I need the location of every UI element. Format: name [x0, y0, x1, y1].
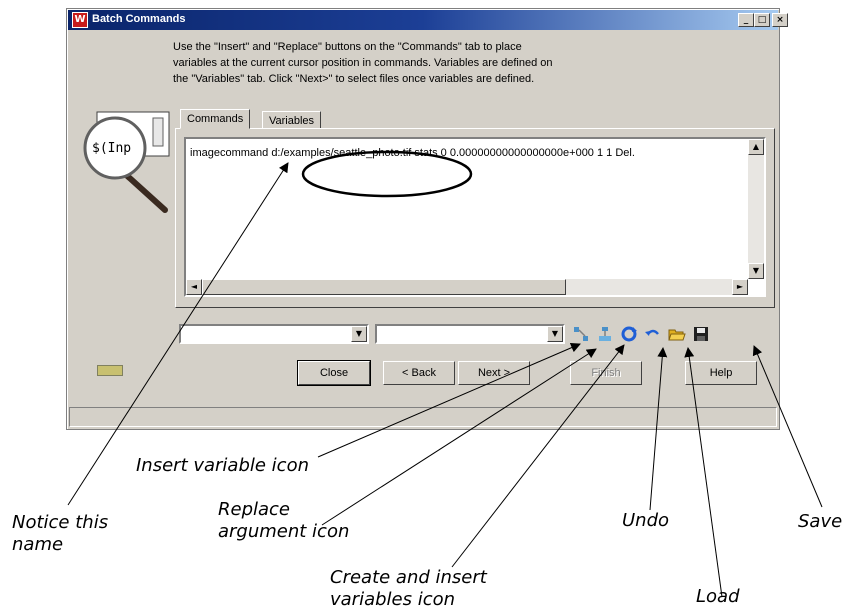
callout-undo: Undo: [622, 510, 670, 531]
arrow-notice-name: [67, 162, 289, 506]
annotation-overlay: [67, 150, 823, 598]
arrow-load: [684, 347, 723, 598]
arrow-replace-argument: [321, 348, 597, 526]
arrow-insert-variable: [317, 342, 581, 458]
callout-save: Save: [798, 511, 843, 532]
callout-replace-line-1: Replace: [218, 499, 291, 520]
highlight-ellipse: [301, 150, 473, 198]
callout-create-line-1: Create and insert: [330, 567, 487, 588]
callout-replace-line-2: argument icon: [218, 521, 350, 542]
callout-notice-line-2: name: [12, 534, 64, 555]
callout-notice-line-1: Notice this: [12, 512, 109, 533]
callout-replace-argument: Replace argument icon: [218, 499, 349, 543]
callout-create-line-2: variables icon: [330, 589, 456, 610]
callout-load: Load: [696, 586, 740, 607]
callout-notice-name: Notice this name: [12, 512, 108, 556]
tab-commands[interactable]: Commands: [180, 109, 251, 129]
arrow-create-insert: [451, 344, 625, 568]
callout-create-insert: Create and insert variables icon: [330, 567, 487, 611]
arrow-undo: [649, 347, 668, 511]
callout-insert-variable: Insert variable icon: [136, 455, 310, 476]
arrow-save: [752, 345, 823, 508]
